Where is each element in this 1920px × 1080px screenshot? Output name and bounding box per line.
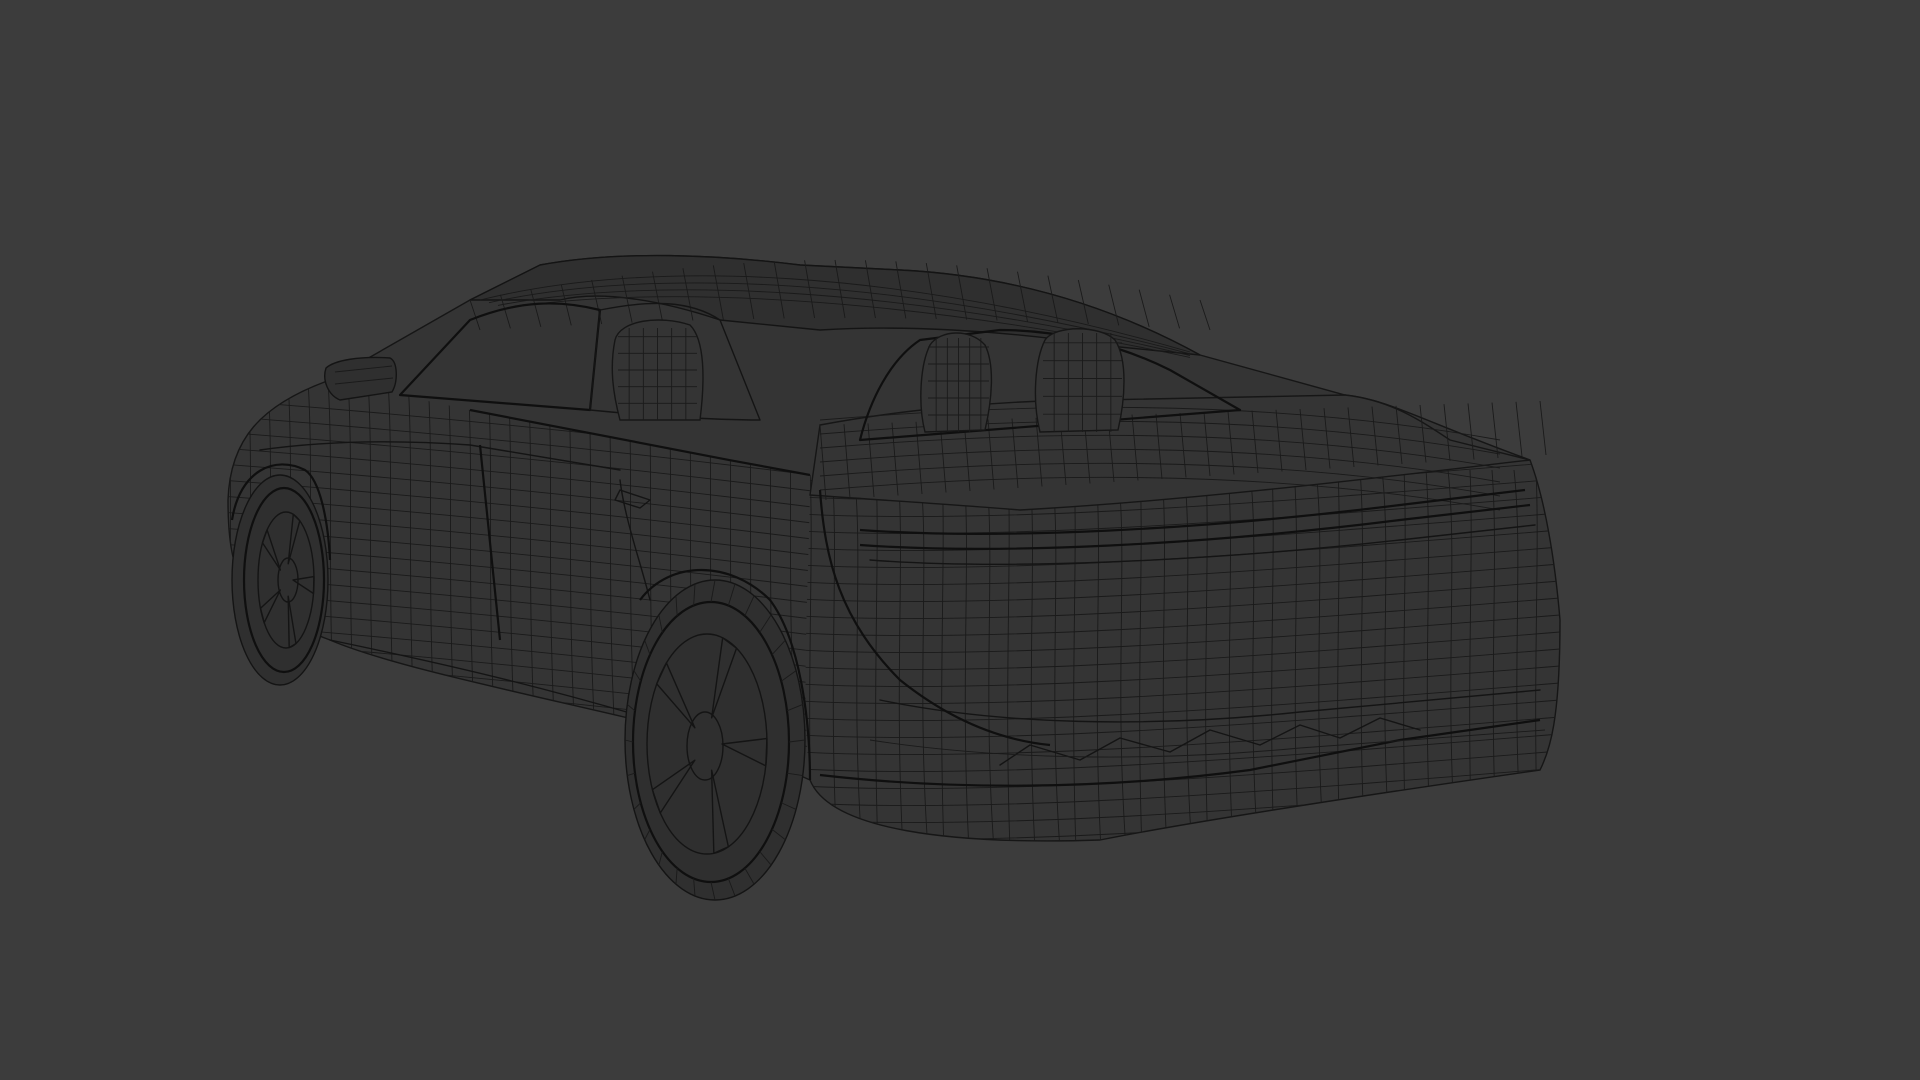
roof-mesh-edge [1138,289,1150,328]
rear-wheel [624,579,806,901]
deck-mesh-edge [1539,400,1547,456]
side-mirror [324,356,397,401]
roof-mesh-edge [1169,294,1181,329]
3d-viewport[interactable] [0,0,1920,1080]
deck-mesh-edge [1515,401,1523,457]
car-body [227,254,1561,842]
front-wheel [231,474,329,686]
wireframe-car-model[interactable] [0,0,1920,1080]
roof-mesh-edge [1199,299,1211,331]
